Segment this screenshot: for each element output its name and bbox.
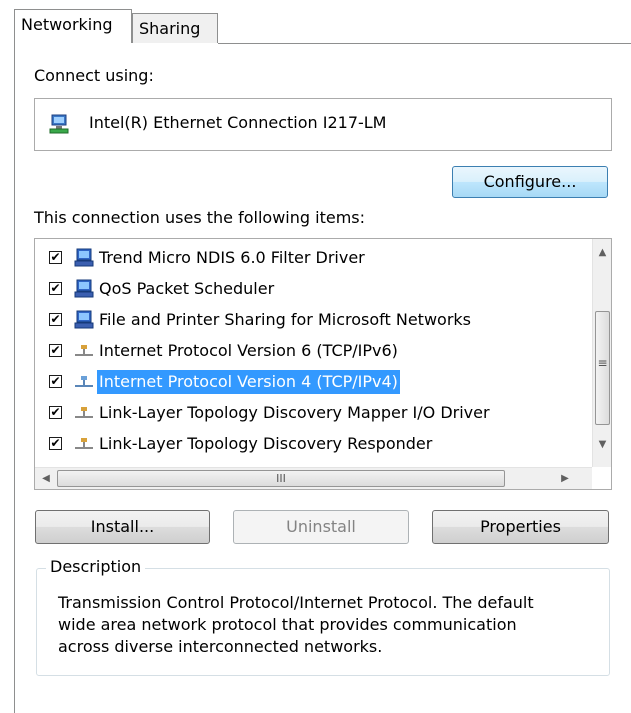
item-checkbox[interactable]: ✔ (49, 282, 62, 295)
tab-panel-left-border (14, 43, 15, 713)
item-checkbox[interactable]: ✔ (49, 251, 62, 264)
list-item[interactable]: ✔ Link-Layer Topology Discovery Responde… (49, 430, 584, 461)
item-label: Trend Micro NDIS 6.0 Filter Driver (99, 248, 365, 267)
adapter-name: Intel(R) Ethernet Connection I217-LM (89, 113, 387, 132)
item-label: Link-Layer Topology Discovery Mapper I/O… (99, 403, 490, 422)
protocol-icon (75, 438, 93, 449)
protocol-icon (75, 407, 93, 418)
item-label: File and Printer Sharing for Microsoft N… (99, 310, 471, 329)
item-checkbox[interactable]: ✔ (49, 344, 62, 357)
description-line-3: across diverse interconnected networks. (58, 637, 383, 656)
item-label: QoS Packet Scheduler (99, 279, 275, 298)
list-item-selected[interactable]: ✔ Internet Protocol Version 4 (TCP/IPv4) (49, 368, 584, 399)
network-client-icon (74, 248, 94, 267)
scroll-left-icon[interactable]: ◀ (39, 473, 53, 484)
description-line-1: Transmission Control Protocol/Internet P… (58, 593, 534, 612)
adapter-box[interactable]: Intel(R) Ethernet Connection I217-LM (34, 98, 612, 151)
tab-networking-label: Networking (21, 15, 113, 34)
item-checkbox[interactable]: ✔ (49, 437, 62, 450)
network-client-icon (74, 279, 94, 298)
tab-sharing[interactable]: Sharing (132, 13, 218, 43)
items-label: This connection uses the following items… (34, 208, 365, 227)
item-label: Internet Protocol Version 4 (TCP/IPv4) (97, 370, 400, 394)
list-item[interactable]: ✔ File and Printer Sharing for Microsoft… (49, 306, 584, 337)
tab-sharing-label: Sharing (139, 19, 201, 38)
configure-button[interactable]: Configure... (452, 166, 608, 198)
list-item[interactable]: ✔ QoS Packet Scheduler (49, 275, 584, 306)
connect-using-label: Connect using: (34, 66, 154, 85)
network-adapter-icon (49, 114, 69, 134)
item-checkbox[interactable]: ✔ (49, 313, 62, 326)
vertical-scrollbar[interactable]: ▲ ≡ ▼ (592, 239, 611, 467)
protocol-icon (75, 345, 93, 356)
horizontal-scroll-thumb[interactable]: III (57, 470, 505, 487)
properties-button[interactable]: Properties (432, 510, 609, 544)
uninstall-button[interactable]: Uninstall (233, 510, 409, 544)
item-label: Link-Layer Topology Discovery Responder (99, 434, 433, 453)
install-button[interactable]: Install... (35, 510, 210, 544)
scroll-down-icon[interactable]: ▼ (593, 439, 611, 450)
vertical-scroll-thumb[interactable]: ≡ (595, 311, 610, 425)
description-line-2: wide area network protocol that provides… (58, 615, 517, 634)
items-list[interactable]: ✔ Trend Micro NDIS 6.0 Filter Driver ✔ Q… (34, 238, 612, 490)
network-client-icon (74, 310, 94, 329)
list-item[interactable]: ✔ Link-Layer Topology Discovery Mapper I… (49, 399, 584, 430)
horizontal-scrollbar[interactable]: ◀ III ▶ (35, 467, 592, 489)
item-label: Internet Protocol Version 6 (TCP/IPv6) (99, 341, 398, 360)
tab-panel-top-border (218, 43, 631, 44)
grip-icon: ≡ (597, 356, 608, 370)
item-checkbox[interactable]: ✔ (49, 406, 62, 419)
item-checkbox[interactable]: ✔ (49, 375, 62, 388)
tab-networking[interactable]: Networking (14, 9, 132, 43)
scroll-up-icon[interactable]: ▲ (593, 247, 611, 258)
scroll-right-icon[interactable]: ▶ (558, 473, 572, 484)
protocol-icon (75, 376, 93, 387)
description-legend: Description (46, 557, 146, 576)
grip-icon: III (276, 472, 286, 485)
list-item[interactable]: ✔ Trend Micro NDIS 6.0 Filter Driver (49, 244, 584, 275)
list-item[interactable]: ✔ Internet Protocol Version 6 (TCP/IPv6) (49, 337, 584, 368)
